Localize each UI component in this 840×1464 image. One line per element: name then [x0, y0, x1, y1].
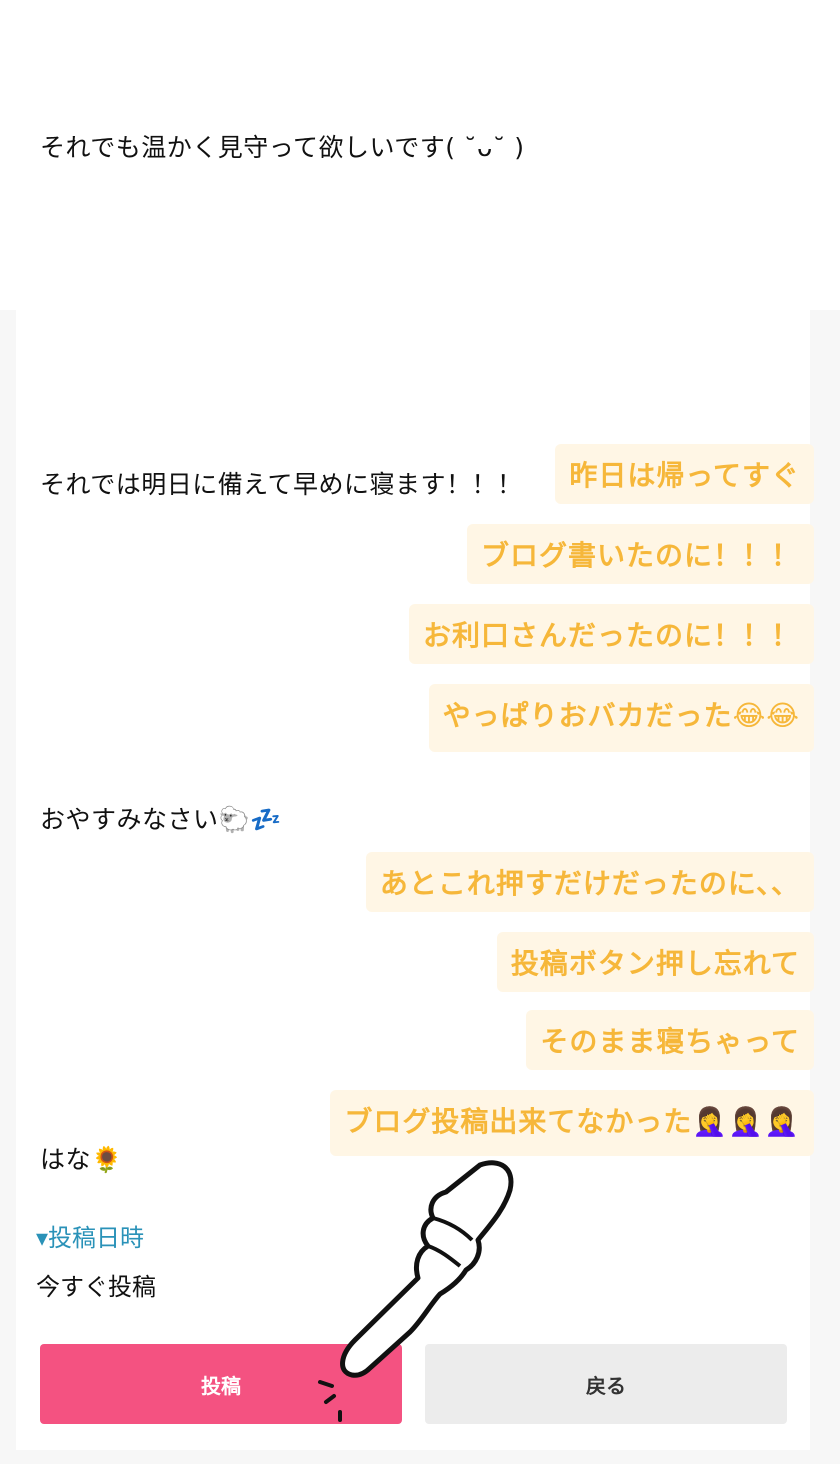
overlay-caption: 昨日は帰ってすぐ: [555, 444, 814, 504]
overlay-caption: あとこれ押すだけだったのに、、: [365, 852, 814, 912]
body-text-line: おやすみなさい🐑💤: [40, 805, 282, 834]
body-text-line: それでも温かく見守って欲しいです( ˘ᴗ˘ ): [40, 133, 525, 162]
overlay-caption: 投稿ボタン押し忘れて: [496, 932, 814, 992]
overlay-caption: ブログ投稿出来てなかった🤦‍♀️🤦‍♀️🤦‍♀️: [330, 1090, 814, 1156]
overlay-caption: ブログ書いたのに！！！: [466, 524, 814, 584]
overlay-caption: やっぱりおバカだった😂😂: [428, 684, 814, 752]
overlay-caption: そのまま寝ちゃって: [526, 1010, 814, 1070]
hand-pointer-icon: [318, 1160, 514, 1422]
body-text-line: はな🌻: [40, 1145, 123, 1174]
post-time-toggle[interactable]: ▾投稿日時: [36, 1218, 144, 1253]
post-time-value[interactable]: 今すぐ投稿: [36, 1267, 156, 1302]
body-text-line: それでは明日に備えて早めに寝ます！！！: [40, 470, 523, 499]
editor-top-area: それでも温かく見守って欲しいです( ˘ᴗ˘ ): [0, 0, 840, 310]
overlay-caption: お利口さんだったのに！！！: [408, 604, 814, 664]
